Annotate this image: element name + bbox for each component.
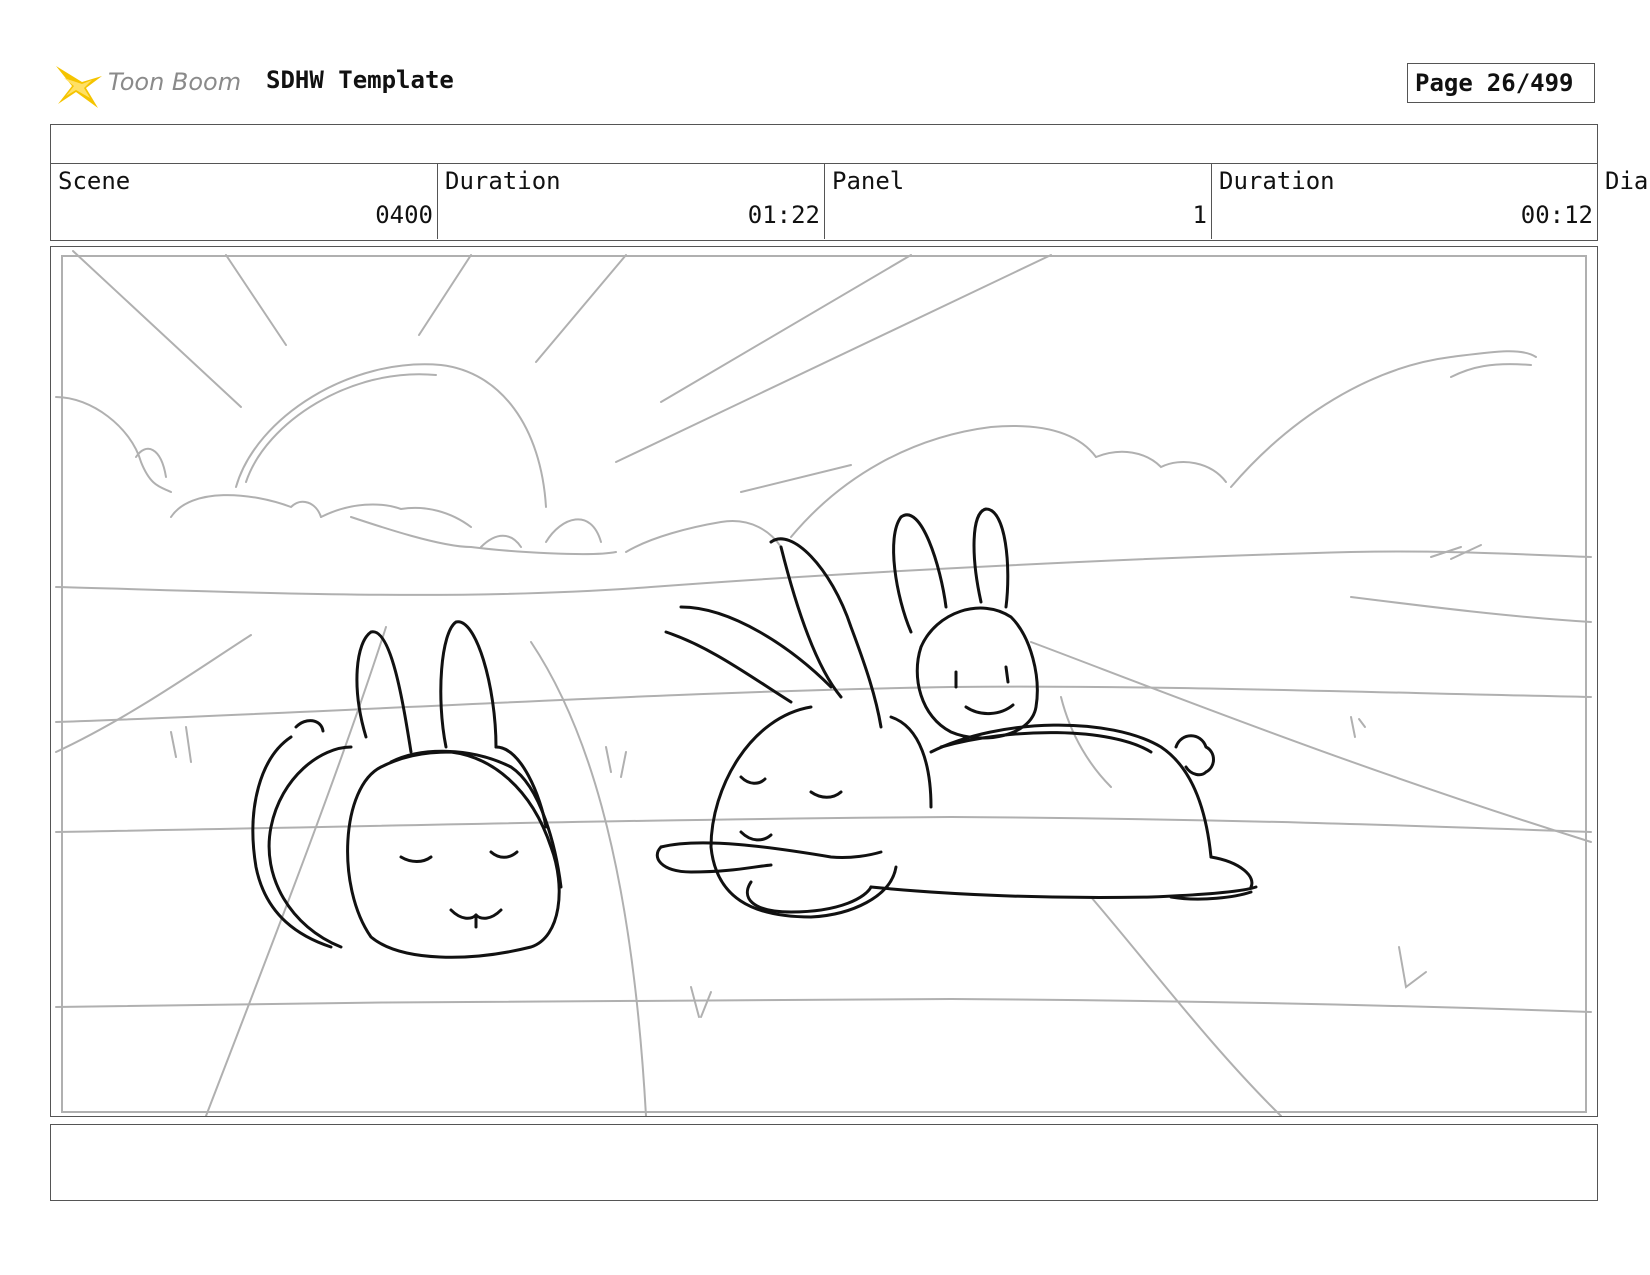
page-number: 26/499 xyxy=(1486,69,1574,97)
panel-cell: Panel 1 xyxy=(825,163,1212,239)
panel-notes-box xyxy=(50,1124,1598,1201)
scene-cell: Scene 0400 xyxy=(51,163,438,239)
panel-label: Panel xyxy=(832,167,905,195)
page-label: Page xyxy=(1415,69,1473,97)
storyboard-panel xyxy=(50,246,1598,1117)
scene-value: 0400 xyxy=(375,201,433,229)
panel-duration-label: Duration xyxy=(1219,167,1335,195)
template-title: SDHW Template xyxy=(266,66,454,94)
scene-duration-cell: Duration 01:22 xyxy=(438,163,825,239)
scene-duration-label: Duration xyxy=(445,167,561,195)
bunny-body-sketch xyxy=(869,723,1258,901)
panel-duration-value: 00:12 xyxy=(1520,201,1593,229)
background-sketch xyxy=(55,250,1592,1116)
bunny-left-sketch xyxy=(251,620,563,959)
toon-boom-logo: Toon Boom xyxy=(52,58,252,114)
header-strip xyxy=(50,124,1598,164)
logo-text: Toon Boom xyxy=(108,68,242,96)
panel-value: 1 xyxy=(1192,201,1207,229)
dialog-label-partial: Dia xyxy=(1605,167,1649,195)
panel-duration-cell: Duration 00:12 xyxy=(1212,163,1598,239)
bunny-middle-sketch xyxy=(655,537,933,919)
page-indicator: Page 26/499 xyxy=(1407,63,1595,103)
starburst-icon xyxy=(56,66,102,108)
panel-info-row: Scene 0400 Duration 01:22 Panel 1 Durati… xyxy=(50,163,1598,241)
scene-duration-value: 01:22 xyxy=(747,201,820,229)
panel-sketch xyxy=(55,250,1592,1116)
bunny-back-sketch xyxy=(892,507,1039,740)
panel-safe-frame xyxy=(61,255,1587,1113)
scene-label: Scene xyxy=(58,167,131,195)
